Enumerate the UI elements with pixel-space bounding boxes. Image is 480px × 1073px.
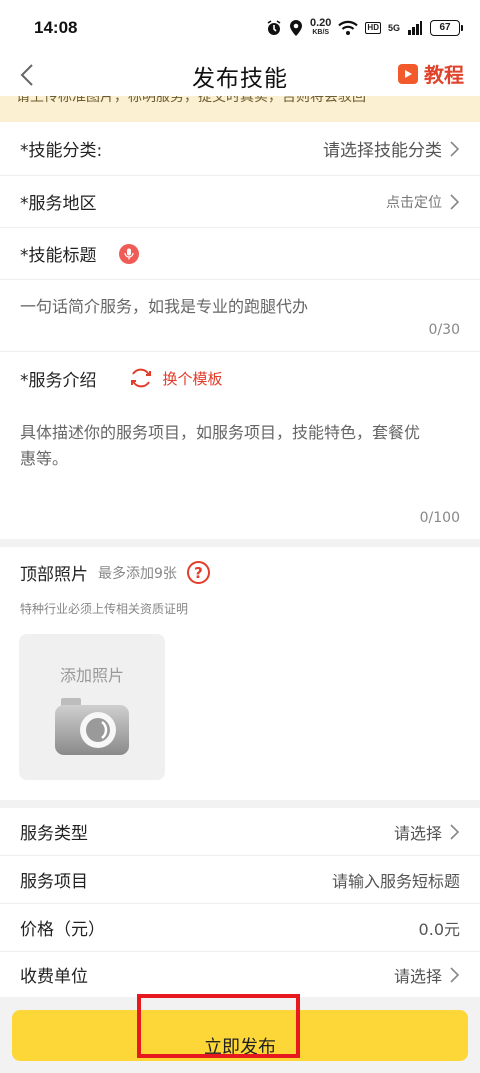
tutorial-label: 教程 bbox=[424, 63, 464, 87]
price-label: 价格（元） bbox=[20, 920, 105, 940]
status-bar: 14:08 0.20 KB/S HD 5G 67 bbox=[0, 0, 480, 56]
camera-icon bbox=[55, 698, 129, 755]
help-icon[interactable]: ? bbox=[186, 561, 210, 584]
service-area-label: *服务地区 bbox=[20, 194, 97, 214]
refresh-icon bbox=[130, 368, 151, 388]
publish-label: 立即发布 bbox=[204, 1036, 276, 1058]
service-area-row[interactable]: *服务地区 点击定位 bbox=[0, 176, 480, 228]
chevron-right-icon bbox=[450, 140, 460, 157]
service-intro-placeholder-line1: 具体描述你的服务项目，如服务项目，技能特色，套餐优 bbox=[20, 423, 421, 442]
network-type: 5G bbox=[387, 23, 400, 33]
skill-category-label: *技能分类: bbox=[20, 141, 103, 161]
change-template-button[interactable]: 换个模板 bbox=[129, 367, 223, 389]
skill-category-select[interactable]: 请选择技能分类 bbox=[323, 136, 460, 161]
service-intro-label: *服务介绍 bbox=[20, 370, 97, 391]
service-intro-placeholder-line2: 惠等。 bbox=[20, 449, 69, 468]
price-input[interactable]: 0.0元 bbox=[419, 916, 460, 940]
skill-title-input[interactable]: 一句话简介服务，如我是专业的跑腿代办 0/30 bbox=[0, 280, 480, 352]
notice-text: 请上传标准图片，标明服务，提交时真实，否则将会驳回 bbox=[16, 96, 366, 105]
photo-note: 特种行业必须上传相关资质证明 bbox=[20, 602, 189, 616]
skill-title-row: *技能标题 bbox=[0, 228, 480, 280]
locate-label: 点击定位 bbox=[386, 194, 442, 211]
nav-bar: 发布技能 教程 bbox=[0, 56, 480, 96]
publish-button[interactable]: 立即发布 bbox=[12, 1010, 468, 1061]
service-item-input[interactable]: 请输入服务短标题 bbox=[332, 868, 460, 892]
status-icons: 0.20 KB/S HD 5G 67 bbox=[266, 17, 463, 37]
bottom-bar: 立即发布 bbox=[0, 997, 480, 1073]
service-type-value: 请选择 bbox=[393, 823, 442, 843]
price-row[interactable]: 价格（元） 0.0元 bbox=[0, 904, 480, 952]
service-type-select[interactable]: 请选择 bbox=[394, 820, 460, 844]
back-button[interactable] bbox=[12, 60, 42, 90]
chevron-right-icon bbox=[450, 966, 460, 983]
tutorial-button[interactable]: 教程 bbox=[398, 59, 464, 88]
add-photo-label: 添加照片 bbox=[59, 666, 124, 685]
charge-unit-row[interactable]: 收费单位 请选择 bbox=[0, 952, 480, 997]
battery-indicator: 67 bbox=[430, 20, 463, 36]
intro-char-counter: 0/100 bbox=[419, 510, 460, 526]
skill-category-row[interactable]: *技能分类: 请选择技能分类 bbox=[0, 122, 480, 176]
service-item-label: 服务项目 bbox=[20, 872, 88, 892]
title-char-counter: 0/30 bbox=[428, 322, 460, 338]
signal-icon bbox=[408, 21, 422, 35]
alarm-icon bbox=[267, 20, 281, 35]
play-icon bbox=[398, 63, 418, 84]
change-template-label: 换个模板 bbox=[162, 369, 223, 388]
chevron-right-icon bbox=[450, 193, 460, 210]
charge-unit-label: 收费单位 bbox=[20, 967, 88, 987]
location-icon bbox=[290, 20, 302, 36]
charge-unit-select[interactable]: 请选择 bbox=[394, 963, 460, 987]
network-speed: 0.20 KB/S bbox=[310, 17, 332, 37]
service-intro-input[interactable]: 具体描述你的服务项目，如服务项目，技能特色，套餐优 惠等。 0/100 bbox=[0, 404, 480, 539]
notice-banner: 请上传标准图片，标明服务，提交时真实，否则将会驳回 bbox=[0, 96, 480, 122]
skill-title-placeholder: 一句话简介服务，如我是专业的跑腿代办 bbox=[20, 297, 309, 316]
service-item-row[interactable]: 服务项目 请输入服务短标题 bbox=[0, 856, 480, 904]
photo-section: 顶部照片 最多添加9张 ? 特种行业必须上传相关资质证明 添加照片 bbox=[0, 547, 480, 800]
photo-limit: 最多添加9张 bbox=[98, 565, 177, 582]
skill-form: *技能分类: 请选择技能分类 *服务地区 点击定位 *技能标题 一句话简介服务，… bbox=[0, 122, 480, 539]
page-title: 发布技能 bbox=[192, 66, 288, 92]
service-type-label: 服务类型 bbox=[20, 824, 88, 844]
hd-badge: HD bbox=[365, 22, 381, 34]
skill-title-label: *技能标题 bbox=[20, 246, 97, 266]
skill-category-value: 请选择技能分类 bbox=[323, 141, 442, 161]
charge-unit-value: 请选择 bbox=[393, 966, 442, 986]
photo-title: 顶部照片 bbox=[20, 565, 88, 585]
back-arrow-icon bbox=[20, 64, 33, 86]
service-intro-row: *服务介绍 换个模板 bbox=[0, 352, 480, 404]
wifi-icon bbox=[338, 20, 359, 35]
add-photo-button[interactable]: 添加照片 bbox=[19, 634, 165, 780]
chevron-right-icon bbox=[450, 823, 460, 840]
microphone-icon[interactable] bbox=[118, 243, 139, 264]
service-type-row[interactable]: 服务类型 请选择 bbox=[0, 808, 480, 856]
service-details: 服务类型 请选择 服务项目 请输入服务短标题 价格（元） 0.0元 收费单位 请… bbox=[0, 808, 480, 997]
status-time: 14:08 bbox=[34, 18, 78, 37]
locate-button[interactable]: 点击定位 bbox=[386, 192, 460, 212]
photo-header: 顶部照片 最多添加9张 ? bbox=[20, 560, 210, 585]
